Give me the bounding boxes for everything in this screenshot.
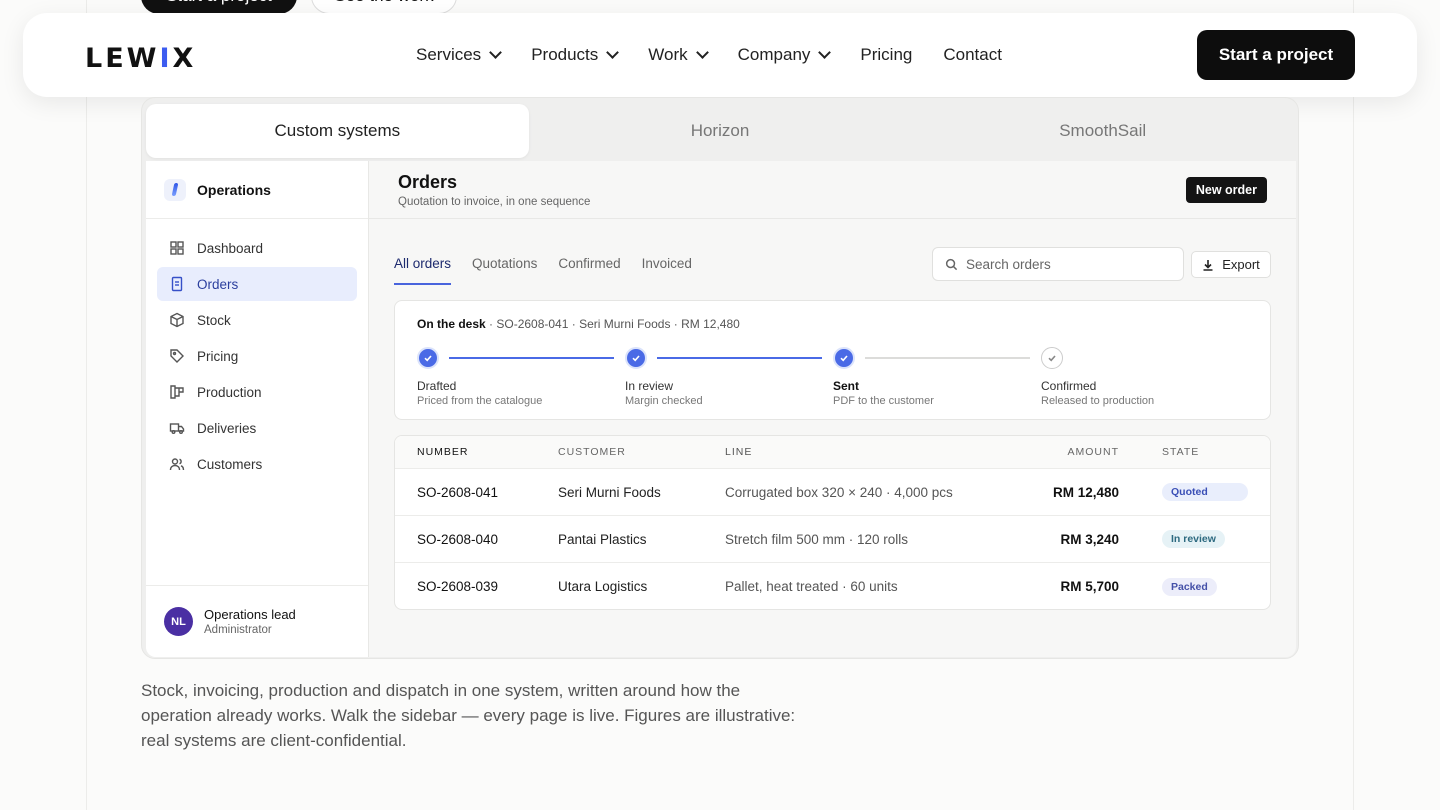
- progress-step-sent: Sent PDF to the customer: [833, 347, 934, 407]
- factory-icon: [169, 384, 185, 400]
- filter-invoiced[interactable]: Invoiced: [642, 247, 692, 285]
- table-row[interactable]: SO-2608-041 Seri Murni Foods Corrugated …: [395, 469, 1270, 516]
- navbar: LEWIX Services Products Work Company Pri…: [23, 13, 1417, 97]
- sidebar-item-pricing[interactable]: Pricing: [157, 339, 357, 373]
- sidebar-list: Dashboard Orders Stock Pricing Productio…: [146, 219, 368, 495]
- chevron-down-icon: [695, 46, 709, 59]
- main-menu: Services Products Work Company Pricing C…: [416, 13, 1033, 97]
- menu-item-contact[interactable]: Contact: [943, 45, 1002, 65]
- page-header: Orders Quotation to invoice, in one sequ…: [369, 161, 1296, 219]
- menu-item-work[interactable]: Work: [648, 45, 709, 65]
- hero-see-work-button[interactable]: See the work: [311, 0, 457, 14]
- sidebar-item-label: Deliveries: [197, 420, 257, 436]
- filter-confirmed[interactable]: Confirmed: [558, 247, 620, 285]
- sidebar-header: Operations: [146, 161, 368, 219]
- tag-icon: [169, 348, 185, 364]
- chevron-down-icon: [489, 46, 503, 59]
- sidebar-item-customers[interactable]: Customers: [157, 447, 357, 481]
- progress-summary: On the desk · SO-2608-041 · Seri Murni F…: [417, 317, 740, 331]
- column-header-customer[interactable]: CUSTOMER: [558, 436, 626, 468]
- sidebar-item-production[interactable]: Production: [157, 375, 357, 409]
- status-badge: Packed: [1162, 577, 1217, 596]
- order-progress-card: On the desk · SO-2608-041 · Seri Murni F…: [394, 300, 1271, 420]
- users-icon: [169, 456, 185, 472]
- check-icon: [632, 355, 640, 362]
- product-showcase: Custom systems Horizon SmoothSail Operat…: [141, 97, 1299, 659]
- app-window: Operations Dashboard Orders Stock Pricin…: [146, 161, 1296, 657]
- filter-all-orders[interactable]: All orders: [394, 247, 452, 285]
- sidebar-item-label: Customers: [197, 456, 263, 472]
- hero-start-project-button[interactable]: Start a project: [141, 0, 297, 14]
- column-header-line[interactable]: LINE: [725, 436, 752, 468]
- status-badge: In review: [1162, 530, 1225, 548]
- truck-icon: [169, 420, 185, 436]
- box-icon: [169, 312, 185, 328]
- sidebar-item-dashboard[interactable]: Dashboard: [157, 231, 357, 265]
- user-role: Administrator: [204, 624, 272, 636]
- tab-horizon[interactable]: Horizon: [529, 104, 912, 158]
- new-order-button[interactable]: New order: [1185, 177, 1267, 203]
- check-icon: [1048, 355, 1056, 362]
- export-button[interactable]: Export: [1191, 251, 1271, 278]
- avatar: NL: [164, 607, 193, 636]
- search-placeholder: Search orders: [966, 256, 1051, 272]
- showcase-tabs: Custom systems Horizon SmoothSail: [146, 104, 1294, 158]
- check-icon: [424, 355, 432, 362]
- status-badge: Quoted: [1162, 483, 1248, 501]
- column-header-state[interactable]: STATE: [1162, 436, 1199, 468]
- download-icon: [1203, 259, 1213, 271]
- menu-item-services[interactable]: Services: [416, 45, 503, 65]
- sidebar-item-label: Pricing: [197, 348, 239, 364]
- logo[interactable]: LEWIX: [85, 43, 196, 74]
- sidebar-item-label: Dashboard: [197, 240, 264, 256]
- chevron-down-icon: [606, 46, 620, 59]
- sidebar-item-orders[interactable]: Orders: [157, 267, 357, 301]
- app-sidebar: Operations Dashboard Orders Stock Pricin…: [146, 161, 369, 657]
- sidebar-item-label: Orders: [197, 276, 239, 292]
- check-icon: [840, 355, 848, 362]
- grid-icon: [169, 240, 185, 256]
- sidebar-item-stock[interactable]: Stock: [157, 303, 357, 337]
- page-subtitle: Quotation to invoice, in one sequence: [398, 196, 591, 208]
- column-header-amount[interactable]: AMOUNT: [1068, 436, 1120, 468]
- table-row[interactable]: SO-2608-039 Utara Logistics Pallet, heat…: [395, 563, 1270, 609]
- tab-custom-systems[interactable]: Custom systems: [146, 104, 529, 158]
- order-filters: All orders Quotations Confirmed Invoiced: [394, 247, 713, 285]
- user-card[interactable]: NL Operations lead Administrator: [146, 585, 368, 657]
- chevron-down-icon: [818, 46, 832, 59]
- search-input[interactable]: Search orders: [932, 247, 1184, 281]
- sidebar-item-deliveries[interactable]: Deliveries: [157, 411, 357, 445]
- orders-page: Orders Quotation to invoice, in one sequ…: [369, 161, 1296, 657]
- progress-step-drafted: Drafted Priced from the catalogue: [417, 347, 542, 407]
- showcase-caption: Stock, invoicing, production and dispatc…: [141, 681, 796, 750]
- filter-quotations[interactable]: Quotations: [472, 247, 537, 285]
- menu-item-products[interactable]: Products: [531, 45, 620, 65]
- orders-table: NUMBER CUSTOMER LINE AMOUNT STATE SO-260…: [394, 435, 1271, 610]
- page-title: Orders: [398, 172, 458, 192]
- app-logo-icon: [164, 178, 186, 201]
- menu-item-company[interactable]: Company: [738, 45, 832, 65]
- sidebar-title: Operations: [197, 181, 271, 198]
- nav-start-project-button[interactable]: Start a project: [1197, 30, 1355, 80]
- user-name: Operations lead: [204, 607, 296, 622]
- progress-step-in-review: In review Margin checked: [625, 347, 703, 407]
- tab-smoothsail[interactable]: SmoothSail: [911, 104, 1294, 158]
- menu-item-pricing[interactable]: Pricing: [860, 45, 912, 65]
- progress-step-confirmed: Confirmed Released to production: [1041, 347, 1154, 407]
- document-icon: [169, 276, 185, 292]
- table-header: NUMBER CUSTOMER LINE AMOUNT STATE: [395, 436, 1270, 469]
- search-icon: [945, 258, 958, 270]
- sidebar-item-label: Stock: [197, 312, 231, 328]
- column-header-number[interactable]: NUMBER: [417, 436, 469, 468]
- sidebar-item-label: Production: [197, 384, 262, 400]
- table-row[interactable]: SO-2608-040 Pantai Plastics Stretch film…: [395, 516, 1270, 563]
